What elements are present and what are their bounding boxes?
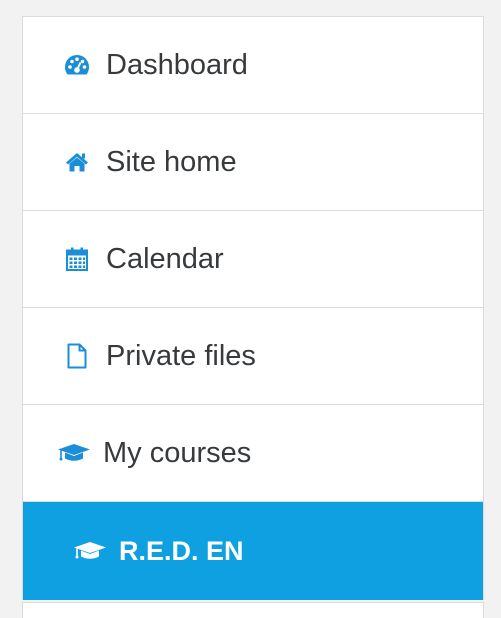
nav-item-label: Calendar xyxy=(106,242,224,275)
next-panel-edge xyxy=(22,602,484,618)
nav-item-my-courses[interactable]: My courses xyxy=(23,405,483,502)
home-icon xyxy=(63,148,91,176)
nav-item-label: R.E.D. EN xyxy=(119,535,244,566)
calendar-icon xyxy=(63,245,91,273)
dashboard-icon xyxy=(63,51,91,79)
graduation-cap-icon xyxy=(55,439,93,467)
graduation-cap-icon xyxy=(71,537,109,565)
nav-item-label: Private files xyxy=(106,339,256,372)
navigation-drawer: Dashboard Site home Calendar Private fil… xyxy=(22,16,484,600)
nav-item-label: Site home xyxy=(106,145,237,178)
nav-item-label: Dashboard xyxy=(106,48,248,81)
nav-item-site-home[interactable]: Site home xyxy=(23,114,483,211)
file-icon xyxy=(63,342,91,370)
nav-item-course-red-en[interactable]: R.E.D. EN xyxy=(23,502,483,600)
nav-item-dashboard[interactable]: Dashboard xyxy=(23,17,483,114)
nav-item-calendar[interactable]: Calendar xyxy=(23,211,483,308)
nav-item-private-files[interactable]: Private files xyxy=(23,308,483,405)
screen: Dashboard Site home Calendar Private fil… xyxy=(0,0,501,618)
nav-item-label: My courses xyxy=(103,436,252,469)
